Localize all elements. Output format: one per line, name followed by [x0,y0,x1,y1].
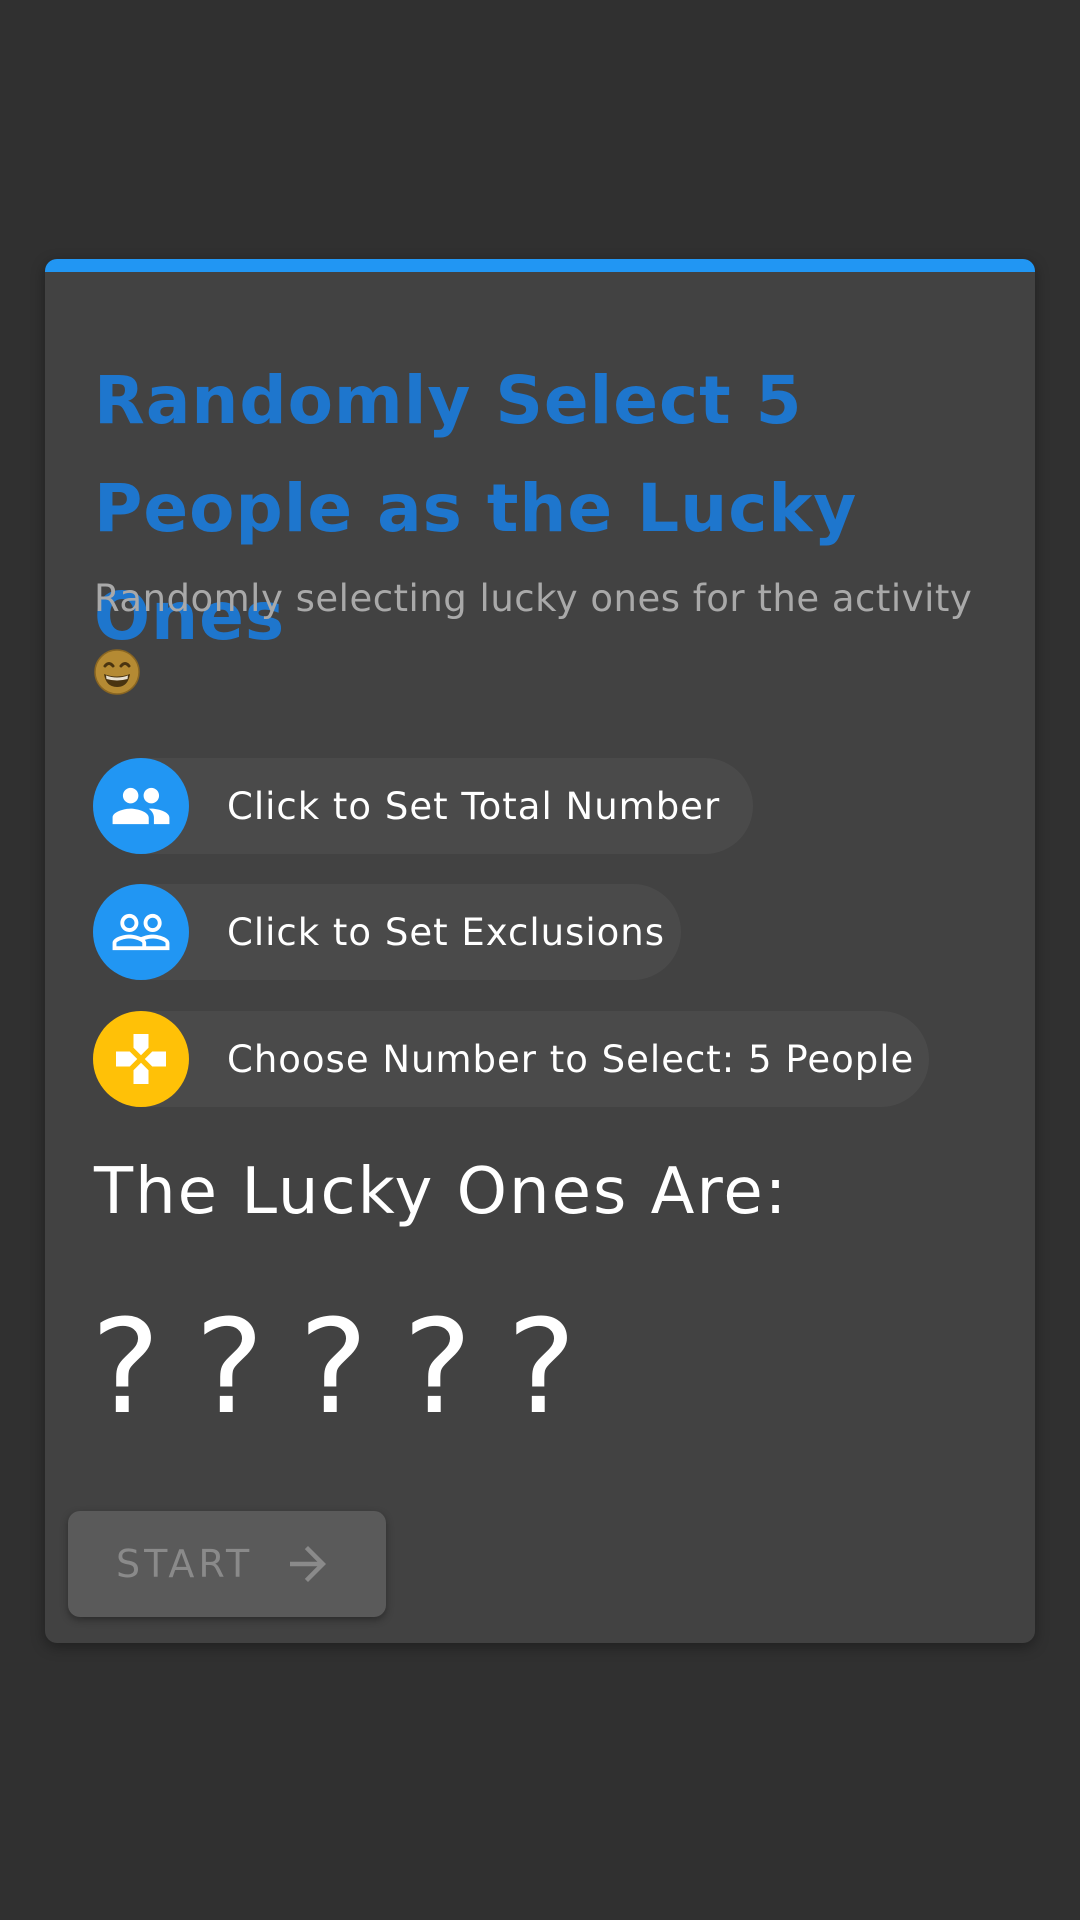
result-slot: ? [91,1291,160,1443]
set-total-label: Click to Set Total Number [227,784,721,828]
result-slot: ? [403,1291,472,1443]
page-subtitle: Randomly selecting lucky ones for the ac… [94,564,994,704]
set-exclusions-label: Click to Set Exclusions [227,910,665,954]
start-button[interactable]: START [68,1511,386,1617]
result-slot: ? [195,1291,264,1443]
choose-count-label: Choose Number to Select: 5 People [227,1037,915,1081]
people-outline-icon [93,884,189,980]
arrow-right-icon [281,1537,335,1591]
start-label: START [116,1542,254,1586]
people-icon [93,758,189,854]
gamepad-icon [93,1011,189,1107]
result-heading: The Lucky Ones Are: [94,1155,789,1229]
set-total-button[interactable]: Click to Set Total Number [93,758,753,854]
result-slot: ? [299,1291,368,1443]
set-exclusions-button[interactable]: Click to Set Exclusions [93,884,681,980]
result-slot: ? [507,1291,576,1443]
choose-count-button[interactable]: Choose Number to Select: 5 People [93,1011,929,1107]
result-slots: ? ? ? ? ? [91,1292,611,1442]
grinning-face-icon [94,648,140,695]
subtitle-text: Randomly selecting lucky ones for the ac… [94,577,973,620]
selector-card: Randomly Select 5 People as the Lucky On… [45,259,1035,1643]
